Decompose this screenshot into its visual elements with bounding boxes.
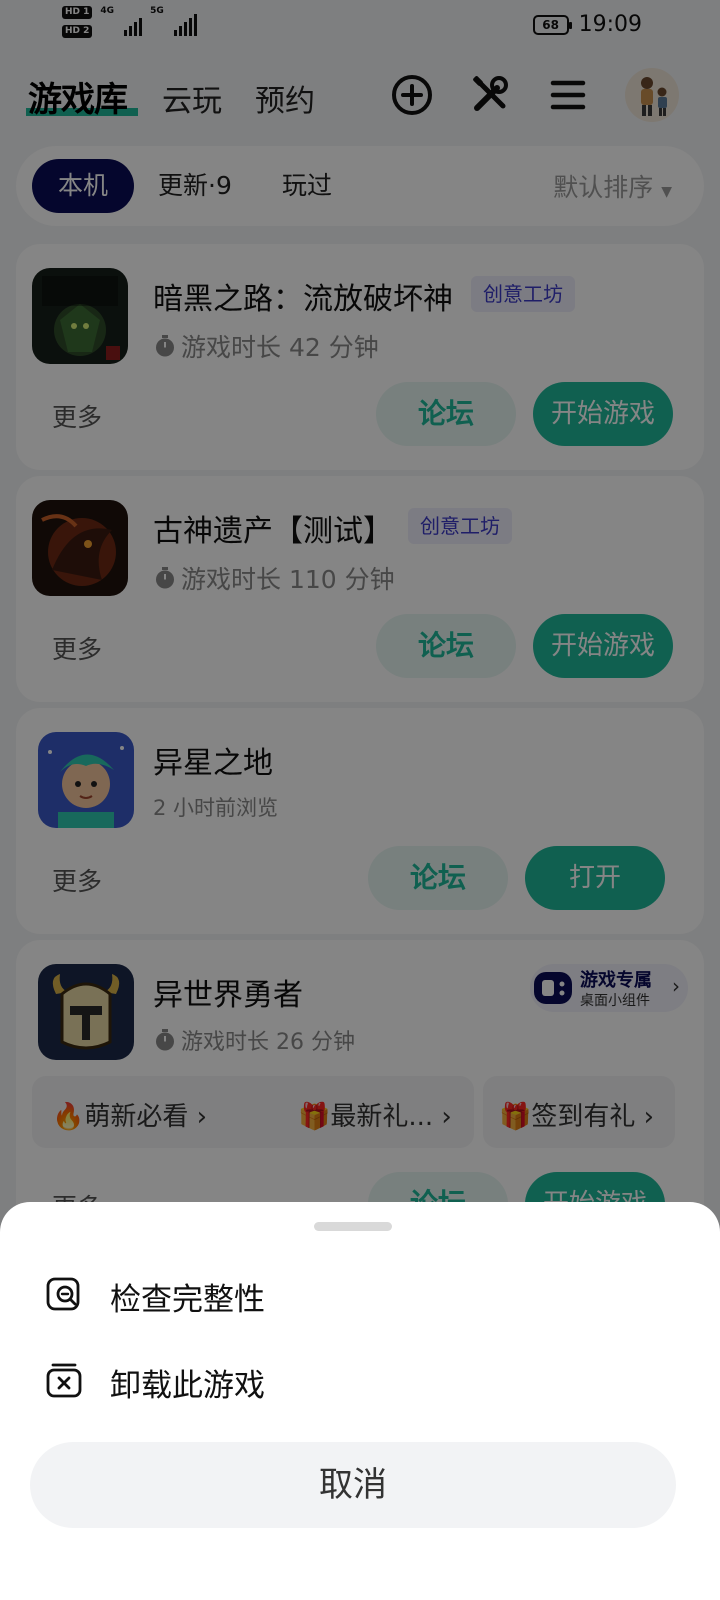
check-integrity-option[interactable]: 检查完整性 (0, 1254, 720, 1334)
integrity-check-icon (46, 1277, 80, 1311)
check-integrity-label: 检查完整性 (110, 1282, 265, 1318)
sheet-handle[interactable] (314, 1222, 392, 1231)
uninstall-icon (46, 1363, 82, 1398)
action-sheet: 检查完整性 卸载此游戏 取消 (0, 1202, 720, 1600)
uninstall-label: 卸载此游戏 (110, 1368, 265, 1404)
cancel-button[interactable]: 取消 (30, 1442, 676, 1528)
uninstall-option[interactable]: 卸载此游戏 (0, 1340, 720, 1420)
